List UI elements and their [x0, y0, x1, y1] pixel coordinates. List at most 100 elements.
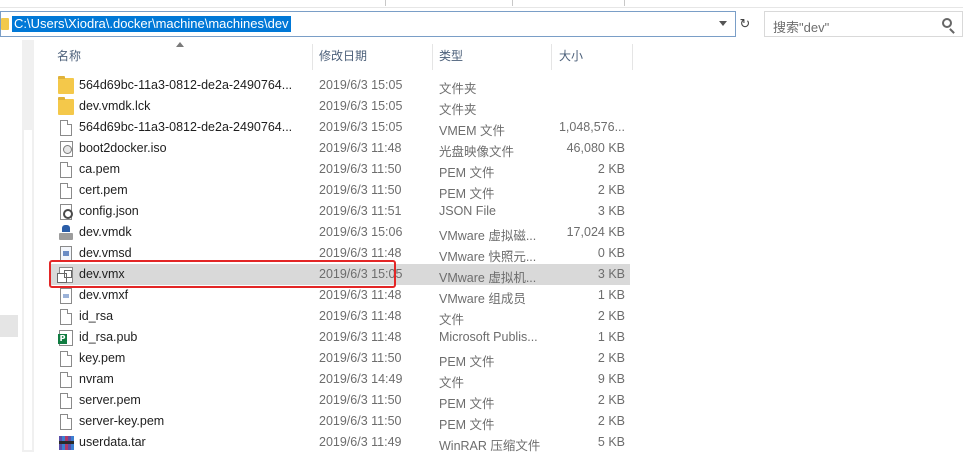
file-row[interactable]: id_rsa 2019/6/3 11:48 文件 2 KB: [50, 306, 630, 327]
file-row[interactable]: key.pem 2019/6/3 11:50 PEM 文件 2 KB: [50, 348, 630, 369]
archive-icon: [59, 435, 74, 451]
column-divider[interactable]: [632, 44, 633, 70]
search-placeholder[interactable]: 搜索"dev": [773, 17, 829, 36]
address-path[interactable]: C:\Users\Xiodra\.docker\machine\machines…: [12, 16, 291, 32]
file-date: 2019/6/3 15:05: [319, 78, 403, 92]
refresh-icon[interactable]: ↻: [736, 11, 754, 37]
file-type: VMware 组成员: [439, 292, 526, 306]
file-row[interactable]: userdata.tar 2019/6/3 11:49 WinRAR 压缩文件 5 K…: [50, 432, 630, 452]
file-row[interactable]: cert.pem 2019/6/3 11:50 PEM 文件 2 KB: [50, 180, 630, 201]
file-date: 2019/6/3 11:51: [319, 204, 402, 218]
file-type: VMware 虚拟机...: [439, 271, 537, 285]
file-type: 文件夹: [439, 103, 477, 117]
nav-selected-item[interactable]: [0, 315, 18, 337]
file-date: 2019/6/3 15:05: [319, 120, 403, 134]
file-date: 2019/6/3 15:05: [319, 99, 403, 113]
file-size: 9 KB: [597, 372, 625, 386]
file-type: PEM 文件: [439, 187, 495, 201]
column-name[interactable]: 名称: [51, 42, 311, 70]
annotation-highlight-box: [49, 260, 396, 288]
chevron-down-icon[interactable]: [719, 21, 727, 26]
file-size: 0 KB: [597, 246, 625, 260]
file-type: 文件夹: [439, 82, 477, 96]
ribbon-divider: [385, 0, 386, 6]
navigation-pane[interactable]: [0, 40, 22, 452]
file-name: dev.vmdk: [79, 225, 132, 239]
file-type: VMEM 文件: [439, 124, 505, 138]
file-size: 1,048,576...: [558, 120, 625, 134]
search-box[interactable]: 搜索"dev": [764, 11, 963, 37]
file-type: PEM 文件: [439, 166, 495, 180]
column-type[interactable]: 类型: [433, 42, 551, 70]
folder-icon: [1, 18, 9, 30]
document-icon: [60, 183, 72, 199]
ribbon-edge: [0, 0, 963, 8]
file-row[interactable]: dev.vmdk.lck 2019/6/3 15:05 文件夹: [50, 96, 630, 117]
file-date: 2019/6/3 11:48: [319, 288, 402, 302]
file-size: 2 KB: [597, 393, 625, 407]
file-row[interactable]: id_rsa.pub 2019/6/3 11:48 Microsoft Publis…: [50, 327, 630, 348]
file-type: VMware 虚拟磁...: [439, 229, 537, 243]
file-size: 2 KB: [597, 414, 625, 428]
file-name: ca.pem: [79, 162, 120, 176]
file-date: 2019/6/3 11:50: [319, 393, 402, 407]
file-name: server-key.pem: [79, 414, 165, 428]
file-date: 2019/6/3 11:49: [319, 435, 402, 449]
file-name: server.pem: [79, 393, 141, 407]
file-row[interactable]: nvram 2019/6/3 14:49 文件 9 KB: [50, 369, 630, 390]
address-bar[interactable]: C:\Users\Xiodra\.docker\machine\machines…: [0, 11, 736, 37]
file-name: config.json: [79, 204, 139, 218]
settings-file-icon: [60, 204, 73, 220]
file-size: 3 KB: [597, 204, 625, 218]
file-type: PEM 文件: [439, 418, 495, 432]
search-icon[interactable]: [942, 18, 952, 28]
file-name: key.pem: [79, 351, 126, 365]
file-row[interactable]: ca.pem 2019/6/3 11:50 PEM 文件 2 KB: [50, 159, 630, 180]
ribbon-divider: [512, 0, 513, 6]
file-row[interactable]: config.json 2019/6/3 11:51 JSON File 3 KB: [50, 201, 630, 222]
document-icon: [60, 309, 72, 325]
file-name: nvram: [79, 372, 114, 386]
file-name: 564d69bc-11a3-0812-de2a-2490764...: [79, 78, 293, 92]
file-date: 2019/6/3 11:50: [319, 351, 402, 365]
scrollbar-thumb[interactable]: [24, 130, 32, 450]
file-row[interactable]: boot2docker.iso 2019/6/3 11:48 光盘映像文件 46,08…: [50, 138, 630, 159]
file-date: 2019/6/3 11:48: [319, 141, 402, 155]
file-row[interactable]: dev.vmdk 2019/6/3 15:06 VMware 虚拟磁... 17,02…: [50, 222, 630, 243]
file-row[interactable]: server-key.pem 2019/6/3 11:50 PEM 文件 2 KB: [50, 411, 630, 432]
file-name: userdata.tar: [79, 435, 146, 449]
file-size: 46,080 KB: [566, 141, 625, 155]
nav-scrollbar[interactable]: [22, 40, 34, 452]
file-row[interactable]: 564d69bc-11a3-0812-de2a-2490764... 2019/6…: [50, 75, 630, 96]
document-icon: [60, 120, 72, 136]
column-size[interactable]: 大小: [553, 42, 631, 70]
file-type: 光盘映像文件: [439, 145, 515, 159]
column-divider[interactable]: [551, 44, 552, 70]
file-date: 2019/6/3 11:50: [319, 162, 402, 176]
file-row[interactable]: 564d69bc-11a3-0812-de2a-2490764... 2019/6…: [50, 117, 630, 138]
document-icon: [60, 351, 72, 367]
file-size: 2 KB: [597, 351, 625, 365]
document-icon: [60, 372, 72, 388]
file-type: 文件: [439, 313, 465, 327]
file-size: 2 KB: [597, 309, 625, 323]
file-name: dev.vmsd: [79, 246, 132, 260]
document-icon: [60, 393, 72, 409]
folder-icon: [58, 76, 74, 94]
document-icon: [60, 414, 72, 430]
file-size: 2 KB: [597, 162, 625, 176]
file-row[interactable]: dev.vmxf 2019/6/3 11:48 VMware 组成员 1 KB: [50, 285, 630, 306]
file-row[interactable]: server.pem 2019/6/3 11:50 PEM 文件 2 KB: [50, 390, 630, 411]
column-header: 名称 修改日期 类型 大小: [35, 42, 963, 70]
file-type: PEM 文件: [439, 397, 495, 411]
column-date[interactable]: 修改日期: [313, 42, 431, 70]
file-name: cert.pem: [79, 183, 128, 197]
file-date: 2019/6/3 14:49: [319, 372, 403, 386]
file-type: WinRAR 压缩文件: [439, 439, 541, 452]
file-type: PEM 文件: [439, 355, 495, 369]
file-size: 5 KB: [597, 435, 625, 449]
team-file-icon: [60, 288, 72, 304]
file-date: 2019/6/3 15:06: [319, 225, 403, 239]
file-size: 1 KB: [597, 330, 625, 344]
file-type: VMware 快照元...: [439, 250, 537, 264]
